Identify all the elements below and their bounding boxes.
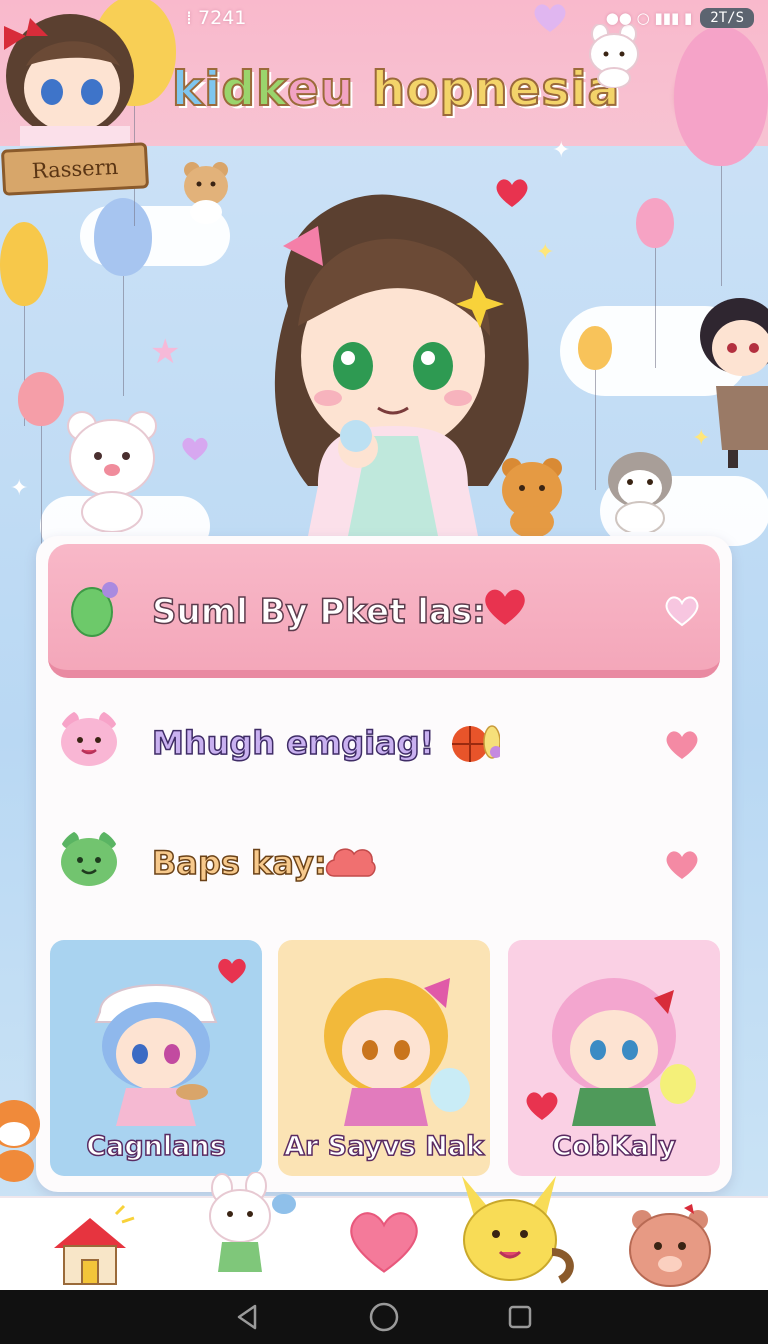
status-time: 7241 bbox=[198, 7, 247, 29]
heart-icon bbox=[666, 731, 698, 759]
green-bear-icon bbox=[61, 831, 117, 886]
red-heart-icon bbox=[218, 958, 246, 984]
banner-text: Suml By Pket las: bbox=[151, 591, 486, 633]
back-button[interactable] bbox=[228, 1297, 268, 1337]
favorite-heart-button[interactable] bbox=[664, 728, 700, 762]
row-text: Baps kay: bbox=[151, 843, 327, 883]
red-heart-icon bbox=[485, 589, 525, 625]
recents-square-icon bbox=[508, 1305, 532, 1329]
sparkle-icon: ✦ bbox=[552, 138, 571, 163]
character-avatar bbox=[324, 978, 470, 1126]
heart-icon bbox=[665, 596, 699, 627]
home-circle-icon bbox=[369, 1302, 399, 1332]
app-title-part: dk bbox=[220, 61, 288, 118]
nav-profile[interactable] bbox=[620, 1204, 720, 1290]
system-navigation-bar bbox=[0, 1290, 768, 1344]
cloud-icon bbox=[325, 848, 376, 877]
heart-icon bbox=[350, 1212, 418, 1273]
yellow-balloon bbox=[0, 222, 48, 426]
orange-fox-illustration bbox=[0, 1100, 40, 1182]
pink-balloon bbox=[18, 372, 64, 546]
green-balloon-icon bbox=[71, 582, 118, 637]
yellow-creature-icon bbox=[462, 1176, 574, 1284]
character-cards: Cagnlans Ar Sayvs Nak CobKaly bbox=[50, 940, 720, 1178]
blue-balloon bbox=[94, 198, 152, 396]
list-row[interactable]: Baps kay: bbox=[36, 816, 732, 916]
hanging-sign: Rassern bbox=[0, 142, 150, 196]
card-label: CobKaly bbox=[551, 1130, 676, 1163]
heart-icon bbox=[666, 851, 698, 879]
bunny-icon bbox=[209, 1171, 296, 1272]
flower-icon bbox=[483, 725, 500, 759]
status-bar: ⁞ 7241 ●● ○ ▮▮▮ ▮ 2T/S bbox=[0, 0, 768, 36]
notification-dots-icon: ⁞ bbox=[186, 7, 193, 29]
pink-bear-icon bbox=[61, 711, 117, 766]
character-avatar bbox=[94, 984, 218, 1126]
red-heart-icon bbox=[526, 1092, 558, 1120]
raccoon-illustration bbox=[608, 452, 672, 532]
back-triangle-icon bbox=[237, 1304, 257, 1330]
row-text: Mhugh emgiag! bbox=[151, 723, 435, 763]
purple-heart-icon bbox=[182, 437, 208, 461]
app-title-part: hopnesia bbox=[354, 61, 621, 118]
card-label: Ar Sayvs Nak bbox=[283, 1130, 484, 1163]
favorite-heart-button[interactable] bbox=[664, 594, 700, 628]
orange-bear-illustration bbox=[502, 458, 562, 536]
small-bear-illustration bbox=[184, 162, 228, 224]
nav-friends[interactable] bbox=[196, 1171, 296, 1284]
app-title-part: eu bbox=[286, 61, 355, 118]
favorite-heart-button[interactable] bbox=[664, 848, 700, 882]
home-button[interactable] bbox=[364, 1297, 404, 1337]
sparkle-icon: ✦ bbox=[10, 476, 29, 501]
nav-games[interactable] bbox=[452, 1172, 582, 1284]
card-label: Cagnlans bbox=[86, 1130, 227, 1163]
list-row[interactable]: Mhugh emgiag! bbox=[36, 696, 732, 796]
nav-favorites[interactable] bbox=[346, 1204, 446, 1290]
bear-face-icon bbox=[629, 1204, 711, 1287]
white-bear-illustration bbox=[67, 411, 157, 532]
boy-character-illustration bbox=[700, 298, 768, 468]
star-icon: ★ bbox=[150, 332, 181, 372]
battery-indicator: 2T/S bbox=[700, 8, 754, 28]
status-left: ⁞ 7241 bbox=[186, 7, 246, 29]
yellow-balloon bbox=[578, 326, 612, 490]
character-card[interactable]: Cagnlans bbox=[50, 940, 262, 1176]
app-title: kidkeu hopnesia bbox=[171, 61, 621, 118]
recents-button[interactable] bbox=[500, 1297, 540, 1337]
main-panel: Suml By Pket las: Mhugh emgiag! Baps kay… bbox=[36, 536, 732, 1192]
big-pink-balloon bbox=[674, 26, 768, 286]
character-card[interactable]: Ar Sayvs Nak bbox=[278, 940, 490, 1176]
character-card[interactable]: CobKaly bbox=[508, 940, 720, 1176]
small-heart-icon bbox=[534, 4, 566, 32]
pink-balloon bbox=[636, 198, 674, 368]
feature-banner[interactable]: Suml By Pket las: bbox=[48, 544, 720, 678]
cellular-signal-icon: ●● ○ ▮▮▮ ▮ bbox=[605, 9, 693, 27]
bottom-nav bbox=[0, 1171, 768, 1290]
status-right: ●● ○ ▮▮▮ ▮ 2T/S bbox=[532, 2, 754, 34]
hero-illustration: ✦ ✦ ★ ✦ ✦ bbox=[0, 0, 768, 566]
app-title-part: ki bbox=[171, 61, 222, 118]
home-icon bbox=[54, 1204, 135, 1285]
nav-home[interactable] bbox=[40, 1204, 140, 1290]
